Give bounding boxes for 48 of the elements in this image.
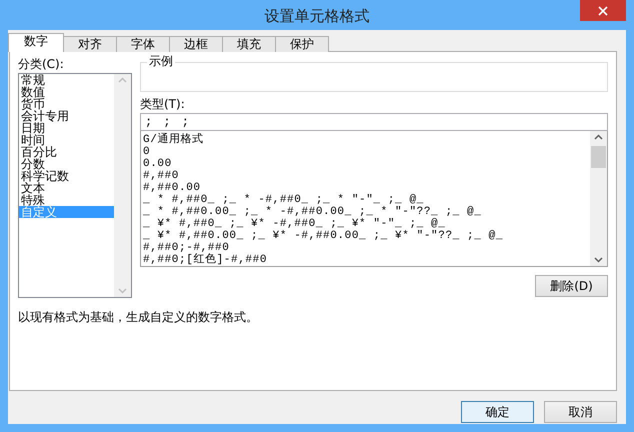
tab[interactable]: 填充 [222, 36, 276, 52]
format-item[interactable]: 0.00 [141, 158, 590, 170]
type-field[interactable]: ; ; ; [140, 113, 608, 131]
format-item[interactable]: #,##0;[红色]-#,##0 [141, 254, 590, 266]
tab[interactable]: 字体 [116, 36, 170, 52]
category-item[interactable]: 会计专用 [19, 110, 114, 122]
type-label: 类型(T): [140, 97, 186, 111]
delete-button[interactable]: 删除(D) [535, 275, 608, 297]
category-item[interactable]: 常规 [19, 74, 114, 86]
category-item[interactable]: 分数 [19, 158, 114, 170]
scroll-up-icon [594, 134, 603, 140]
category-item[interactable]: 文本 [19, 182, 114, 194]
format-item[interactable]: _ ¥* #,##0_ ;_ ¥* -#,##0_ ;_ ¥* "-"_ ;_ @_ [141, 218, 590, 230]
category-item[interactable]: 货币 [19, 98, 114, 110]
format-item[interactable]: _ * #,##0.00_ ;_ * -#,##0.00_ ;_ * "-"??_ ;_ @_ [141, 206, 590, 218]
category-item[interactable]: 特殊 [19, 194, 114, 206]
category-item[interactable]: 时间 [19, 134, 114, 146]
scroll-up-icon [118, 77, 127, 83]
tab[interactable]: 保护 [275, 36, 329, 52]
close-icon [598, 6, 608, 16]
format-item[interactable]: #,##0 [141, 170, 590, 182]
close-button[interactable] [580, 0, 626, 21]
scroll-down-icon [594, 257, 603, 263]
category-item[interactable]: 数值 [19, 86, 114, 98]
category-item[interactable]: 百分比 [19, 146, 114, 158]
format-item[interactable]: #,##0.00 [141, 182, 590, 194]
format-list[interactable] [140, 131, 608, 267]
scroll-down-icon [118, 288, 127, 294]
tab[interactable]: 数字 [8, 33, 64, 52]
category-label: 分类(C): [18, 57, 65, 71]
scrollbar[interactable] [590, 131, 607, 266]
category-item[interactable]: 日期 [19, 122, 114, 134]
window-title: 设置单元格格式 [264, 6, 370, 27]
scroll-thumb[interactable] [591, 146, 606, 168]
dialog-button[interactable]: 确定 [461, 401, 534, 423]
tab[interactable]: 边框 [169, 36, 223, 52]
tab[interactable]: 对齐 [63, 36, 117, 52]
sample-label: 示例 [147, 54, 175, 68]
format-item[interactable]: G/通用格式 [141, 134, 590, 146]
format-item[interactable]: _ ¥* #,##0.00_ ;_ ¥* -#,##0.00_ ;_ ¥* "-"??_ ;_ @_ [141, 230, 590, 242]
category-list[interactable]: 常规 数值 货币 会计专用 日期 时间 百分比 分数 科学记数 文本 特殊 自定义 [18, 73, 132, 298]
format-item[interactable]: #,##0;-#,##0 [141, 242, 590, 254]
format-item[interactable]: _ * #,##0_ ;_ * -#,##0_ ;_ * "-"_ ;_ @_ [141, 194, 590, 206]
description-text: 以现有格式为基础，生成自定义的数字格式。 [18, 310, 259, 324]
dialog-button[interactable]: 取消 [544, 401, 617, 423]
category-item[interactable]: 科学记数 [19, 170, 114, 182]
format-item[interactable]: 0 [141, 146, 590, 158]
scrollbar[interactable] [114, 74, 131, 297]
